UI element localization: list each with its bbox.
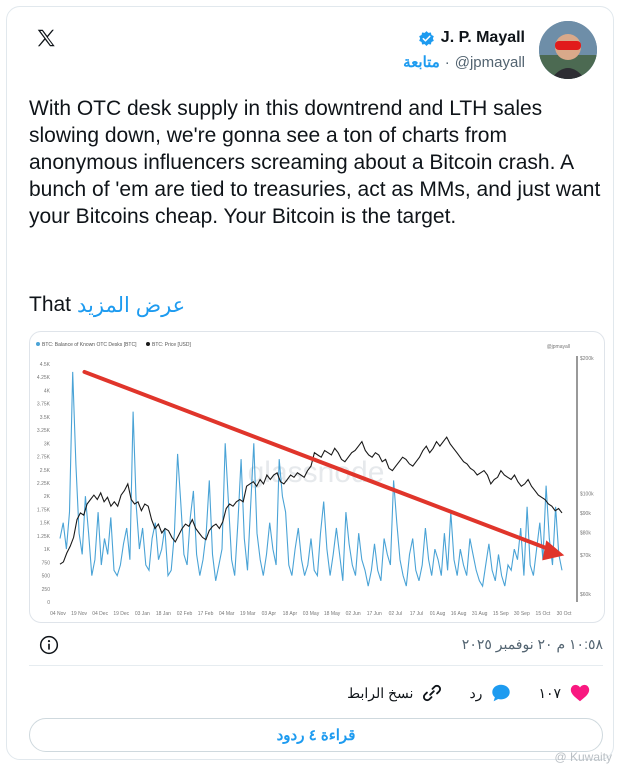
x-tick-label: 02 Jun [346, 611, 361, 617]
y-left-tick-label: 750 [42, 560, 51, 566]
follow-button[interactable]: متابعة [403, 53, 440, 71]
x-tick-label: 03 May [303, 611, 320, 617]
separator-dot: · [444, 53, 450, 71]
link-icon [423, 684, 442, 702]
y-left-tick-label: 4K [44, 388, 51, 394]
y-left-tick-label: 2.25K [37, 481, 51, 487]
x-logo-icon[interactable] [35, 27, 57, 49]
author-handle[interactable]: @jpmayall [455, 54, 525, 71]
x-tick-label: 17 Feb [198, 611, 214, 617]
author-row: J. P. Mayall [418, 29, 525, 47]
y-right-tick-label: $90k [580, 511, 591, 517]
legend-label-price: BTC: Price [USD] [152, 342, 192, 348]
y-right-tick-label: $70k [580, 553, 591, 559]
x-tick-label: 17 Jun [367, 611, 382, 617]
x-tick-label: 04 Mar [219, 611, 235, 617]
y-left-tick-label: 250 [42, 587, 51, 593]
y-left-tick-label: 2.75K [37, 455, 51, 461]
reply-label: رد [469, 684, 483, 701]
divider [29, 665, 603, 666]
post-text: With OTC desk supply in this downtrend a… [29, 97, 601, 228]
x-tick-label: 30 Sep [514, 611, 530, 617]
legend-marker-otc [36, 342, 40, 346]
y-left-tick-label: 4.25K [37, 375, 51, 381]
post-text-tail: That [29, 293, 72, 316]
chart-source-tag: @jpmayall [547, 344, 570, 350]
y-left-tick-label: 4.5K [40, 362, 51, 368]
copy-link-label: نسخ الرابط [347, 684, 414, 701]
x-tick-label: 18 May [324, 611, 341, 617]
legend-marker-price [146, 342, 150, 346]
x-tick-label: 15 Sep [493, 611, 509, 617]
avatar[interactable] [539, 21, 597, 79]
x-tick-label: 04 Dec [92, 611, 108, 617]
y-right-tick-label: $80k [580, 531, 591, 537]
x-tick-label: 02 Feb [177, 611, 193, 617]
post-text-continuation: That عرض المزيد [29, 293, 185, 318]
y-left-tick-label: 0 [47, 600, 50, 606]
y-left-tick-label: 3K [44, 441, 51, 447]
x-tick-label: 18 Apr [283, 611, 298, 617]
y-left-tick-label: 1.5K [40, 521, 51, 527]
y-right-tick-label: $100k [580, 491, 594, 497]
read-replies-button[interactable]: قراءة ٤ ردود [29, 718, 603, 752]
post-meta-row: ١٠:٥٨ م ٢٠ نوفمبر ٢٠٢٥ [29, 633, 603, 657]
x-tick-label: 15 Oct [536, 611, 551, 617]
x-tick-label: 04 Nov [50, 611, 66, 617]
show-more-link[interactable]: عرض المزيد [77, 293, 185, 318]
handle-row: متابعة · @jpmayall [403, 53, 525, 72]
x-tick-label: 19 Mar [240, 611, 256, 617]
y-left-tick-label: 2K [44, 494, 51, 500]
reply-button[interactable]: رد [469, 682, 512, 704]
x-tick-label: 16 Aug [451, 611, 467, 617]
speech-bubble-icon [492, 684, 511, 702]
otc-balance-chart: BTC: Balance of Known OTC Desks [BTC] BTC… [36, 342, 594, 617]
corner-watermark: @ Kuwaity [554, 750, 612, 764]
y-left-tick-label: 1K [44, 547, 51, 553]
post-timestamp[interactable]: ١٠:٥٨ م ٢٠ نوفمبر ٢٠٢٥ [462, 636, 603, 653]
like-count: ١٠٧ [538, 684, 561, 701]
x-tick-label: 03 Apr [262, 611, 277, 617]
y-left-tick-label: 1.25K [37, 534, 51, 540]
author-name[interactable]: J. P. Mayall [441, 29, 525, 47]
like-button[interactable]: ١٠٧ [538, 682, 591, 704]
x-tick-label: 19 Dec [113, 611, 129, 617]
x-tick-label: 02 Jul [389, 611, 402, 617]
x-tick-label: 18 Jan [156, 611, 171, 617]
y-left-tick-label: 3.5K [40, 415, 51, 421]
attached-chart-image[interactable]: BTC: Balance of Known OTC Desks [BTC] BTC… [29, 331, 605, 623]
y-left-tick-label: 1.75K [37, 507, 51, 513]
action-bar: نسخ الرابط رد ١٠٧ [347, 682, 591, 704]
y-left-tick-label: 2.5K [40, 468, 51, 474]
x-tick-label: 03 Jan [135, 611, 150, 617]
y-right-tick-label: $60k [580, 592, 591, 598]
legend-label-otc: BTC: Balance of Known OTC Desks [BTC] [42, 342, 137, 348]
y-left-tick-label: 500 [42, 574, 51, 580]
heart-icon [570, 684, 590, 702]
y-left-tick-label: 3.75K [37, 402, 51, 408]
tweet-card: J. P. Mayall متابعة · @jpmayall With OTC… [6, 6, 614, 760]
copy-link-button[interactable]: نسخ الرابط [347, 682, 443, 704]
y-left-tick-label: 3.25K [37, 428, 51, 434]
x-tick-label: 30 Oct [557, 611, 572, 617]
x-tick-label: 19 Nov [71, 611, 87, 617]
info-icon[interactable] [39, 635, 59, 655]
y-right-tick-label: $200k [580, 356, 594, 362]
verified-badge-icon [419, 30, 434, 46]
x-tick-label: 01 Aug [430, 611, 446, 617]
x-tick-label: 31 Aug [472, 611, 488, 617]
x-tick-label: 17 Jul [410, 611, 423, 617]
